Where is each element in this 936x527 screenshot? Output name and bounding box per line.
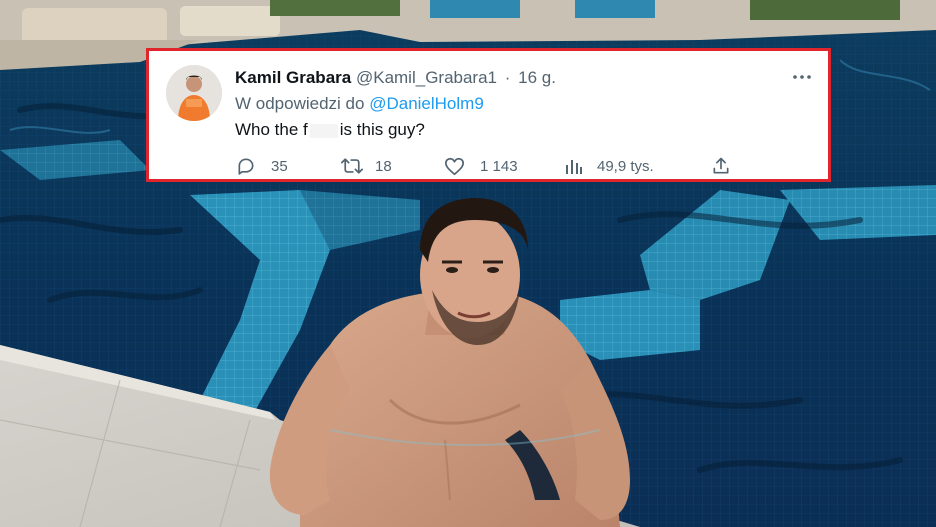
tweet-text-start: Who the f	[235, 120, 308, 139]
censor-block	[309, 123, 338, 138]
display-name[interactable]: Kamil Grabara	[235, 68, 351, 87]
handle[interactable]: @Kamil_Grabara1	[356, 68, 497, 87]
avatar[interactable]	[166, 65, 222, 121]
timestamp[interactable]: 16 g.	[518, 68, 556, 87]
share-icon	[710, 155, 732, 177]
views-count: 49,9 tys.	[597, 157, 654, 175]
like-count: 1 143	[480, 157, 518, 175]
reply-context: W odpowiedzi do @DanielHolm9	[235, 94, 484, 114]
retweet-count: 18	[375, 157, 392, 175]
views-icon	[563, 155, 585, 177]
tweet-text: Who the f is this guy?	[235, 120, 425, 140]
reply-to-link[interactable]: @DanielHolm9	[369, 94, 484, 113]
tweet-header: Kamil Grabara @Kamil_Grabara1 · 16 g.	[235, 68, 556, 88]
reply-button[interactable]: 35	[235, 155, 288, 177]
tweet-text-end: is this guy?	[339, 120, 425, 139]
like-button[interactable]: 1 143	[443, 155, 518, 177]
like-icon	[443, 155, 465, 177]
separator: ·	[504, 68, 511, 87]
more-icon[interactable]	[790, 65, 814, 89]
share-button[interactable]	[710, 155, 732, 177]
reply-prefix: W odpowiedzi do	[235, 94, 365, 113]
views-button[interactable]: 49,9 tys.	[563, 155, 654, 177]
reply-icon	[235, 155, 257, 177]
retweet-icon	[341, 155, 363, 177]
avatar-image	[166, 65, 222, 121]
reply-count: 35	[271, 157, 288, 175]
retweet-button[interactable]: 18	[341, 155, 392, 177]
tweet-card[interactable]: Kamil Grabara @Kamil_Grabara1 · 16 g. W …	[146, 48, 831, 182]
action-bar: 35 18 1 143 49,9 tys.	[235, 155, 795, 177]
